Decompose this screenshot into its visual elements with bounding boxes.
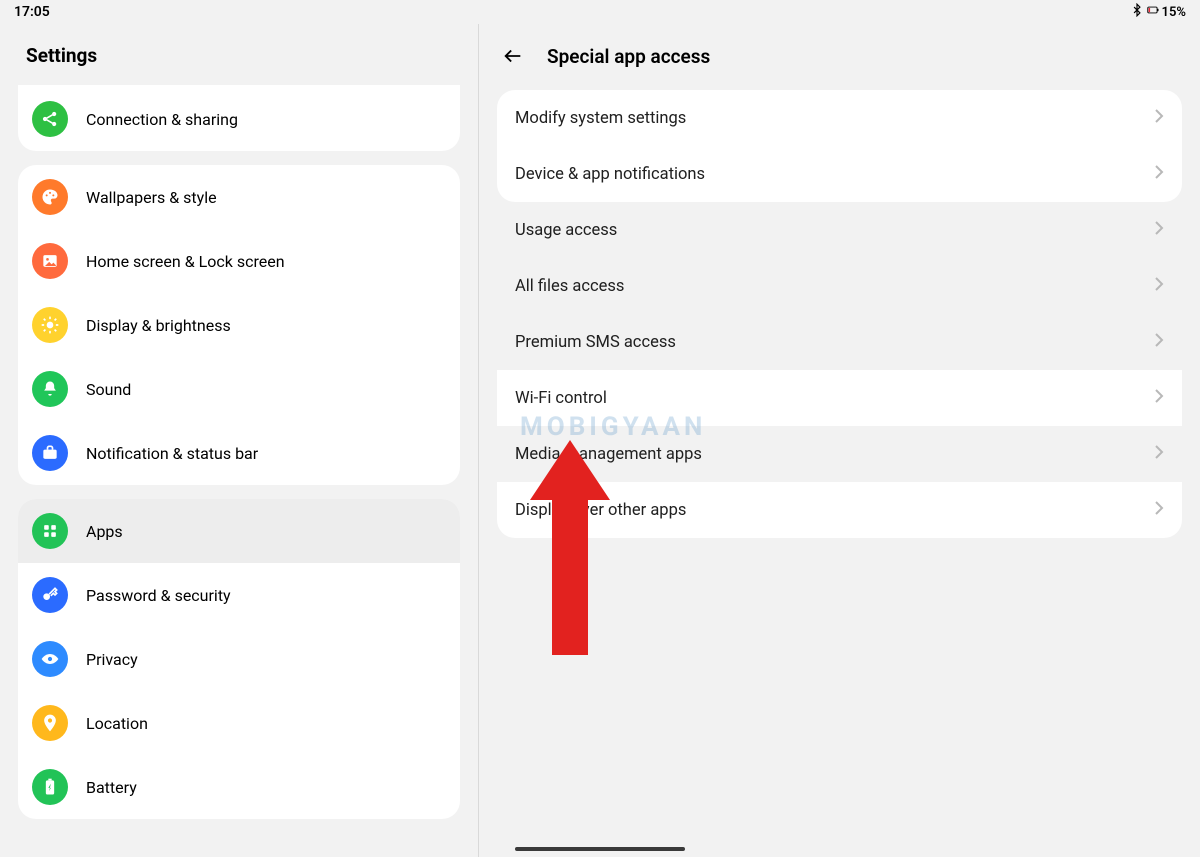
settings-title: Settings — [0, 24, 478, 85]
sidebar-item-privacy[interactable]: Privacy — [18, 627, 460, 691]
sidebar-item-label: Notification & status bar — [86, 444, 258, 463]
status-time: 17:05 — [14, 4, 50, 20]
briefcase-icon — [32, 435, 68, 471]
sidebar-item-apps[interactable]: Apps — [18, 499, 460, 563]
sidebar-item-label: Password & security — [86, 586, 231, 605]
chevron-right-icon — [1154, 276, 1164, 296]
option-device-app-notifications[interactable]: Device & app notifications — [497, 146, 1182, 202]
chevron-right-icon — [1154, 332, 1164, 352]
share-icon — [32, 101, 68, 137]
settings-group: Apps Password & security Privacy Location Ba… — [18, 499, 460, 819]
option-usage-access[interactable]: Usage access — [497, 202, 1182, 258]
option-media-management-apps[interactable]: Media management apps — [497, 426, 1182, 482]
option-wifi-control[interactable]: Wi-Fi control — [497, 370, 1182, 426]
option-label: Usage access — [515, 221, 617, 240]
bell-icon — [32, 371, 68, 407]
battery-icon — [1146, 3, 1160, 21]
back-button[interactable] — [501, 44, 525, 68]
option-label: Wi-Fi control — [515, 389, 607, 408]
bluetooth-icon — [1130, 3, 1144, 21]
chevron-right-icon — [1154, 500, 1164, 520]
detail-list[interactable]: Modify system settings Device & app notif… — [479, 90, 1200, 538]
gesture-nav-indicator[interactable] — [515, 847, 685, 851]
settings-group: Connection & sharing — [18, 85, 460, 151]
sidebar-item-label: Wallpapers & style — [86, 188, 217, 207]
settings-list[interactable]: Connection & sharing Wallpapers & style Ho… — [0, 85, 478, 853]
sidebar-item-home-lock-screen[interactable]: Home screen & Lock screen — [18, 229, 460, 293]
detail-title: Special app access — [547, 45, 710, 68]
sidebar-item-connection-sharing[interactable]: Connection & sharing — [18, 87, 460, 151]
eye-icon — [32, 641, 68, 677]
pin-icon — [32, 705, 68, 741]
settings-sidebar: Settings Connection & sharing Wallpapers … — [0, 24, 478, 857]
option-label: Display over other apps — [515, 501, 686, 520]
option-modify-system-settings[interactable]: Modify system settings — [497, 90, 1182, 146]
palette-icon — [32, 179, 68, 215]
sidebar-item-display-brightness[interactable]: Display & brightness — [18, 293, 460, 357]
battery-percent: 15% — [1162, 5, 1186, 20]
settings-group: Wallpapers & style Home screen & Lock scr… — [18, 165, 460, 485]
option-label: Modify system settings — [515, 109, 686, 128]
option-premium-sms-access[interactable]: Premium SMS access — [497, 314, 1182, 370]
sidebar-item-label: Connection & sharing — [86, 110, 238, 129]
sun-icon — [32, 307, 68, 343]
chevron-right-icon — [1154, 444, 1164, 464]
battery-icon — [32, 769, 68, 805]
sidebar-item-location[interactable]: Location — [18, 691, 460, 755]
sidebar-item-label: Privacy — [86, 650, 138, 669]
sidebar-item-sound[interactable]: Sound — [18, 357, 460, 421]
sidebar-item-battery[interactable]: Battery — [18, 755, 460, 819]
sidebar-item-wallpapers-style[interactable]: Wallpapers & style — [18, 165, 460, 229]
chevron-right-icon — [1154, 220, 1164, 240]
chevron-right-icon — [1154, 164, 1164, 184]
grid-icon — [32, 513, 68, 549]
sidebar-item-label: Battery — [86, 778, 137, 797]
image-icon — [32, 243, 68, 279]
option-label: All files access — [515, 277, 624, 296]
detail-header: Special app access — [479, 24, 1200, 90]
option-label: Media management apps — [515, 445, 702, 464]
sidebar-item-label: Location — [86, 714, 148, 733]
option-label: Premium SMS access — [515, 333, 676, 352]
option-all-files-access[interactable]: All files access — [497, 258, 1182, 314]
chevron-right-icon — [1154, 108, 1164, 128]
chevron-right-icon — [1154, 388, 1164, 408]
sidebar-item-label: Apps — [86, 522, 123, 541]
sidebar-item-notification-status[interactable]: Notification & status bar — [18, 421, 460, 485]
sidebar-item-password-security[interactable]: Password & security — [18, 563, 460, 627]
option-display-over-other-apps[interactable]: Display over other apps — [497, 482, 1182, 538]
sidebar-item-label: Sound — [86, 380, 131, 399]
status-bar: 17:05 15% — [0, 0, 1200, 24]
option-label: Device & app notifications — [515, 165, 705, 184]
detail-panel: Special app access Modify system setting… — [479, 24, 1200, 857]
sidebar-item-label: Home screen & Lock screen — [86, 252, 285, 271]
key-icon — [32, 577, 68, 613]
status-right: 15% — [1130, 3, 1186, 21]
sidebar-item-label: Display & brightness — [86, 316, 231, 335]
